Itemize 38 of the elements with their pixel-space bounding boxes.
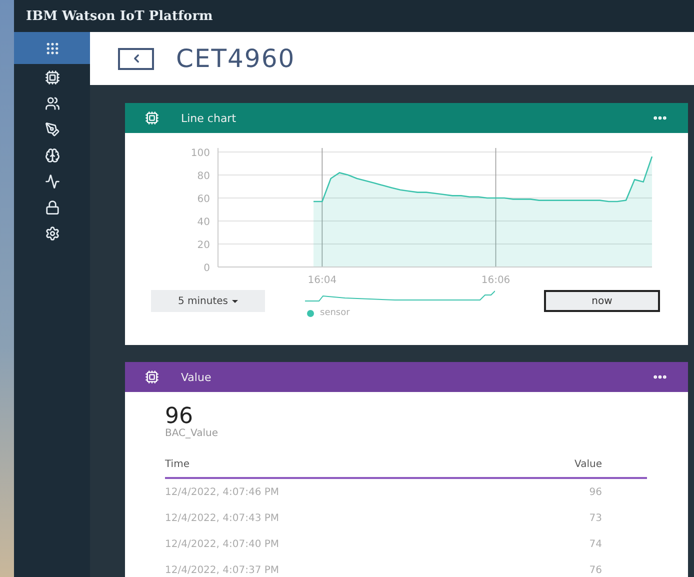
chip-icon bbox=[145, 370, 159, 384]
table-cell: 12/4/2022, 4:07:43 PM bbox=[165, 512, 280, 524]
current-value: 96 bbox=[165, 406, 193, 428]
value-label: BAC_Value bbox=[165, 428, 219, 439]
y-tick-label: 100 bbox=[190, 148, 210, 159]
y-tick-label: 40 bbox=[197, 217, 210, 228]
brain-icon bbox=[44, 148, 60, 162]
card-title: Line chart bbox=[181, 112, 238, 124]
y-tick-label: 80 bbox=[197, 171, 210, 182]
y-tick-label: 0 bbox=[204, 263, 210, 274]
chip-icon bbox=[44, 70, 60, 84]
pen-icon bbox=[44, 122, 60, 136]
y-tick-label: 60 bbox=[197, 194, 210, 205]
x-tick-label: 16:04 bbox=[308, 275, 337, 286]
page-title: CET4960 bbox=[176, 44, 296, 73]
x-tick-label: 16:06 bbox=[481, 275, 510, 286]
table-cell: 73 bbox=[589, 512, 602, 524]
range-dropdown[interactable]: 5 minutes bbox=[151, 290, 265, 312]
column-header: Value bbox=[574, 458, 602, 470]
now-button[interactable]: now bbox=[544, 290, 660, 312]
table-cell: 76 bbox=[589, 564, 602, 576]
settings-icon bbox=[44, 226, 60, 240]
legend-label: sensor bbox=[320, 308, 350, 318]
column-header: Time bbox=[165, 458, 190, 470]
table-cell: 96 bbox=[589, 486, 602, 498]
table-cell: 12/4/2022, 4:07:40 PM bbox=[165, 538, 280, 550]
grid-icon bbox=[44, 40, 60, 56]
lock-icon bbox=[44, 200, 60, 214]
table-cell: 12/4/2022, 4:07:37 PM bbox=[165, 564, 280, 576]
back-button[interactable] bbox=[118, 48, 154, 70]
activity-icon bbox=[44, 174, 60, 188]
table-cell: 12/4/2022, 4:07:46 PM bbox=[165, 486, 280, 498]
users-icon bbox=[44, 96, 60, 110]
table-cell: 74 bbox=[589, 538, 602, 550]
card-title: Value bbox=[181, 370, 212, 384]
app-title: IBM Watson IoT Platform bbox=[26, 8, 213, 24]
chip-icon bbox=[145, 111, 159, 125]
y-tick-label: 20 bbox=[197, 240, 210, 251]
